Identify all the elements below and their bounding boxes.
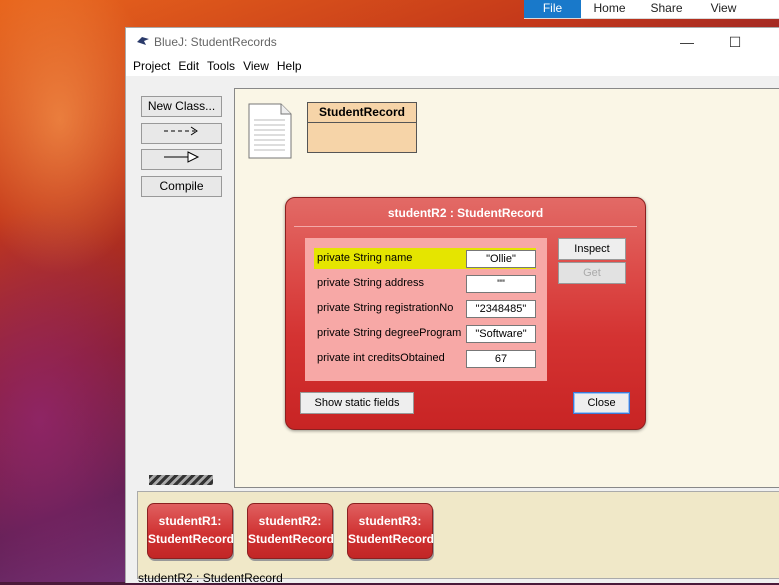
readme-file-icon[interactable] — [247, 102, 293, 163]
title-bar[interactable]: BlueJ: StudentRecords — ☐ ✕ — [126, 28, 779, 56]
menu-project[interactable]: Project — [129, 56, 174, 76]
object-studentr2[interactable]: studentR2: StudentRecord — [247, 503, 335, 559]
class-diagram[interactable]: StudentRecord studentR2 : StudentRecord … — [234, 88, 779, 488]
menu-view[interactable]: View — [239, 56, 273, 76]
window-title: BlueJ: StudentRecords — [154, 35, 277, 49]
ribbon-tab-home[interactable]: Home — [581, 0, 638, 18]
field-value: "2348485" — [466, 300, 536, 318]
minimize-button[interactable]: — — [667, 31, 707, 53]
status-bar: studentR2 : StudentRecord — [138, 571, 283, 585]
get-button[interactable]: Get — [558, 262, 626, 284]
inheritance-arrow-button[interactable] — [141, 149, 222, 170]
menu-tools[interactable]: Tools — [203, 56, 239, 76]
object-studentr1[interactable]: studentR1: StudentRecord — [147, 503, 235, 559]
object-type: StudentRecord — [348, 532, 435, 546]
new-class-button[interactable]: New Class... — [141, 96, 222, 117]
maximize-button[interactable]: ☐ — [715, 31, 755, 53]
field-row-address[interactable]: private String address "" — [314, 273, 536, 294]
field-value: "Ollie" — [466, 250, 536, 268]
machine-status-indicator — [149, 475, 213, 485]
object-name: studentR3: — [358, 514, 422, 528]
field-label: private String name — [317, 252, 413, 264]
field-row-degreeprogram[interactable]: private String degreeProgram "Software" — [314, 323, 536, 344]
inspector-title: studentR2 : StudentRecord — [387, 206, 544, 220]
file-explorer-ribbon: File Home Share View — [524, 0, 779, 19]
field-label: private String degreeProgram — [317, 327, 462, 339]
tool-panel: New Class... Compile — [126, 76, 232, 486]
show-static-fields-button[interactable]: Show static fields — [300, 392, 414, 414]
ribbon-tab-share[interactable]: Share — [638, 0, 695, 18]
bluej-bird-icon — [136, 35, 150, 50]
field-row-creditsobtained[interactable]: private int creditsObtained 67 — [314, 348, 536, 369]
field-label: private int creditsObtained — [317, 352, 445, 364]
field-label: private String address — [317, 277, 424, 289]
field-row-name[interactable]: private String name "Ollie" — [314, 248, 536, 269]
inheritance-arrow-icon — [163, 151, 199, 163]
object-type: StudentRecord — [248, 532, 335, 546]
inspect-button[interactable]: Inspect — [558, 238, 626, 260]
ribbon-tab-file[interactable]: File — [524, 0, 581, 18]
object-name: studentR1: — [158, 514, 222, 528]
class-studentrecord[interactable]: StudentRecord — [307, 102, 417, 153]
compile-button[interactable]: Compile — [141, 176, 222, 197]
bluej-window: BlueJ: StudentRecords — ☐ ✕ Project Edit… — [125, 27, 779, 585]
field-value: "Software" — [466, 325, 536, 343]
class-name: StudentRecord — [308, 103, 416, 123]
object-name: studentR2: — [258, 514, 322, 528]
ribbon-tab-view[interactable]: View — [695, 0, 752, 18]
dashed-arrow-icon — [163, 126, 198, 136]
menu-help[interactable]: Help — [273, 56, 306, 76]
field-value: "" — [466, 275, 536, 293]
field-value: 67 — [466, 350, 536, 368]
field-label: private String registrationNo — [317, 302, 454, 314]
object-bench: studentR1: StudentRecord studentR2: Stud… — [137, 491, 779, 579]
uses-arrow-button[interactable] — [141, 123, 222, 144]
object-studentr3[interactable]: studentR3: StudentRecord — [347, 503, 435, 559]
object-inspector-dialog: studentR2 : StudentRecord private String… — [285, 197, 646, 430]
menu-edit[interactable]: Edit — [174, 56, 203, 76]
close-window-button[interactable]: ✕ — [763, 31, 779, 53]
field-row-registrationno[interactable]: private String registrationNo "2348485" — [314, 298, 536, 319]
inspector-divider — [294, 226, 637, 227]
menu-bar: Project Edit Tools View Help — [126, 56, 779, 76]
close-button[interactable]: Close — [573, 392, 630, 414]
fields-panel: private String name "Ollie" private Stri… — [305, 238, 547, 381]
object-type: StudentRecord — [148, 532, 235, 546]
